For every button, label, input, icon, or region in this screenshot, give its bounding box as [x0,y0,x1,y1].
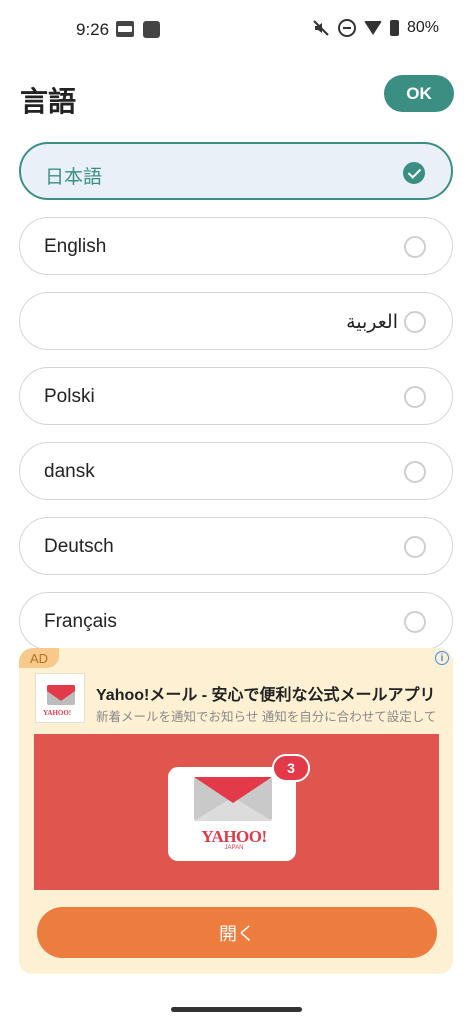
open-button[interactable]: 開く [37,907,437,958]
ad-badge: AD [19,648,59,668]
page-title: 言語 [20,86,77,117]
pdf-icon [116,21,134,37]
status-bar: 9:26 80% [0,0,473,60]
ok-button[interactable]: OK [384,75,454,112]
language-item-english[interactable]: English [19,217,453,275]
check-circle-icon[interactable] [403,162,425,184]
language-item-danish[interactable]: dansk [19,442,453,500]
envelope-icon [194,777,272,821]
language-item-arabic[interactable]: العربية [19,292,453,350]
ad-description[interactable]: 新着メールを通知でお知らせ 通知を自分に合わせて設定して [96,706,450,725]
app-notification-icon [143,21,160,38]
status-indicators: 80% [312,19,439,37]
language-label: العربية [346,312,398,333]
language-label: Deutsch [44,536,114,557]
battery-icon [389,20,399,36]
ad-image[interactable]: YAHOO! JAPAN 3 [34,734,439,890]
ad-banner[interactable]: AD i YAHOO! Yahoo!メール - 安心で便利な公式メールアプリ 新… [19,648,453,974]
yahoo-mail-app-icon[interactable]: YAHOO! [35,673,85,723]
yahoo-logo-sub: JAPAN [224,845,244,851]
status-time: 9:26 [76,20,110,39]
home-indicator[interactable] [171,1007,302,1012]
language-label: dansk [44,461,95,482]
language-label: English [44,236,107,257]
mute-icon [313,20,329,36]
radio-icon[interactable] [404,461,426,483]
language-item-german[interactable]: Deutsch [19,517,453,575]
mail-card: YAHOO! JAPAN [168,767,296,861]
radio-icon[interactable] [404,536,426,558]
radio-icon[interactable] [404,236,426,258]
language-item-polish[interactable]: Polski [19,367,453,425]
language-label: Polski [44,386,95,407]
yahoo-mini-logo: YAHOO! [43,709,72,717]
radio-icon[interactable] [404,311,426,333]
language-item-french[interactable]: Français [19,592,453,650]
envelope-icon [47,685,75,705]
language-item-japanese[interactable]: 日本語 [19,142,453,200]
wifi-icon [363,21,382,35]
radio-icon[interactable] [404,386,426,408]
battery-percent: 80% [406,19,439,36]
dnd-icon [337,19,356,37]
notification-count-badge: 3 [272,754,310,782]
language-label: Français [44,611,117,632]
yahoo-logo: YAHOO! [201,827,267,846]
radio-icon[interactable] [404,611,426,633]
ad-title[interactable]: Yahoo!メール - 安心で便利な公式メールアプリ [96,681,450,705]
info-icon[interactable]: i [435,651,449,665]
language-label: 日本語 [45,167,103,188]
